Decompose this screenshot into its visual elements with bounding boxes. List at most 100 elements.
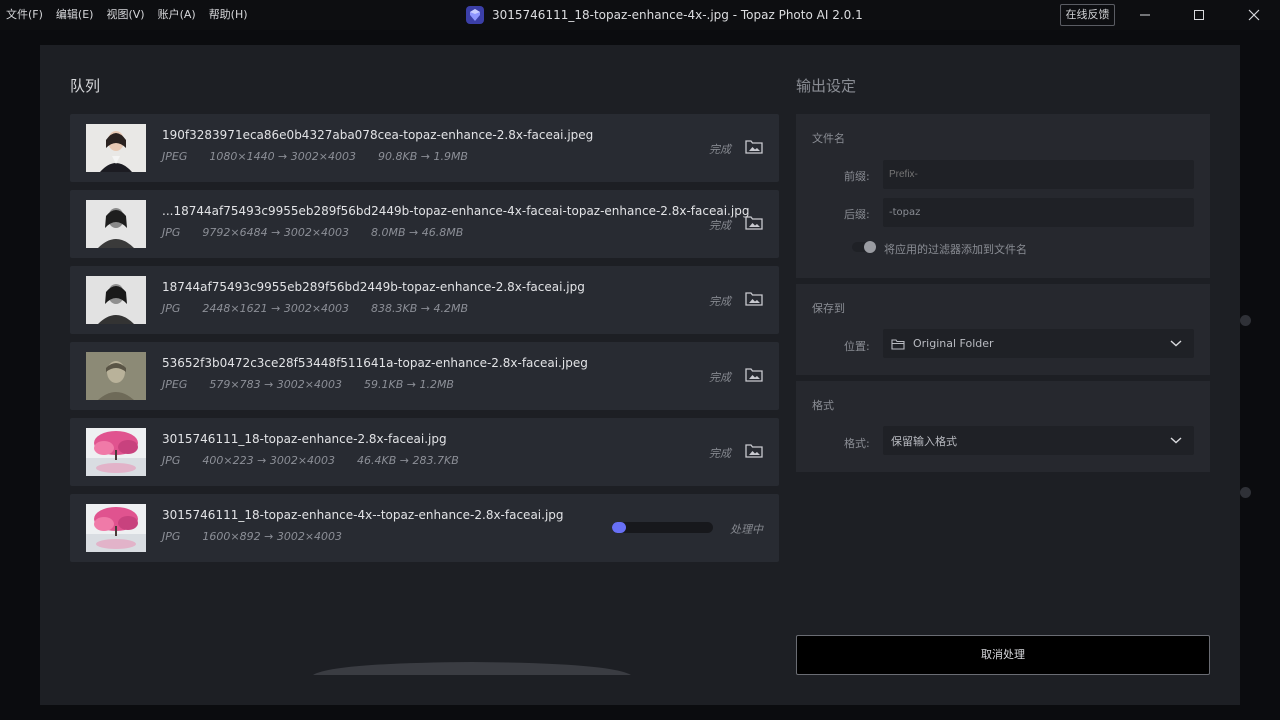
queue-item-format: JPG <box>162 302 181 315</box>
menu-edit[interactable]: 编辑(E) <box>56 0 94 30</box>
queue-item-size: 90.8KB → 1.9MB <box>377 150 468 163</box>
filter-name-toggle[interactable] <box>852 241 876 253</box>
format-panel: 格式 格式: 保留输入格式 <box>796 381 1210 472</box>
queue-item-meta: JPG 1600×892 → 3002×4003 <box>162 530 364 543</box>
maximize-icon <box>1194 10 1204 20</box>
queue-item-dims: 579×783 → 3002×4003 <box>209 378 342 391</box>
queue-item-format: JPG <box>162 454 181 467</box>
feedback-button[interactable]: 在线反馈 <box>1060 4 1115 26</box>
thumbnail <box>86 504 146 552</box>
menu-help[interactable]: 帮助(H) <box>209 0 248 30</box>
thumbnail <box>86 428 146 476</box>
chevron-down-icon <box>1170 340 1182 347</box>
cancel-processing-button[interactable]: 取消处理 <box>796 635 1210 675</box>
close-icon <box>1248 9 1260 21</box>
queue-item-filename: 3015746111_18-topaz-enhance-4x--topaz-en… <box>162 508 564 522</box>
queue-item-meta: JPEG 579×783 → 3002×4003 59.1KB → 1.2MB <box>162 378 476 391</box>
topaz-logo-icon <box>466 6 484 24</box>
location-label: 位置: <box>844 340 870 353</box>
chevron-down-icon <box>1170 437 1182 444</box>
queue-item-meta: JPG 2448×1621 → 3002×4003 838.3KB → 4.2MB <box>162 302 490 315</box>
queue-item: 3015746111_18-topaz-enhance-2.8x-faceai.… <box>70 418 779 486</box>
queue-item: 190f3283971eca86e0b4327aba078cea-topaz-e… <box>70 114 779 182</box>
suffix-input[interactable]: -topaz <box>883 198 1194 227</box>
queue-title: 队列 <box>70 77 101 95</box>
queue-item-meta: JPEG 1080×1440 → 3002×4003 90.8KB → 1.9MB <box>162 150 490 163</box>
queue-item-dims: 400×223 → 3002×4003 <box>202 454 336 467</box>
window-title-text: 3015746111_18-topaz-enhance-4x-.jpg - To… <box>492 8 863 22</box>
maximize-button[interactable] <box>1176 0 1222 30</box>
folder-image-icon <box>745 368 763 382</box>
folder-icon <box>891 338 905 350</box>
window-title: 3015746111_18-topaz-enhance-4x-.jpg - To… <box>466 0 863 30</box>
queue-item-format: JPEG <box>162 150 188 163</box>
suffix-label: 后缀: <box>844 208 870 221</box>
minimize-icon <box>1140 14 1150 16</box>
filename-panel: 文件名 前缀: 后缀: -topaz 将应用的过滤器添加到文件名 <box>796 114 1210 278</box>
open-folder-button[interactable] <box>745 214 765 234</box>
processing-dialog: 队列 190f3283971eca86e0b4327aba078cea-topa… <box>40 45 1240 705</box>
queue-item-size: 46.4KB → 283.7KB <box>357 454 459 467</box>
filter-name-toggle-label: 将应用的过滤器添加到文件名 <box>884 243 1027 256</box>
menu-account[interactable]: 账户(A) <box>158 0 196 30</box>
format-select[interactable]: 保留输入格式 <box>883 426 1194 455</box>
queue-item-status: 完成 <box>709 295 731 308</box>
location-select[interactable]: Original Folder <box>883 329 1194 358</box>
thumbnail <box>86 352 146 400</box>
queue-item-size: 59.1KB → 1.2MB <box>363 378 454 391</box>
queue-item-format: JPEG <box>162 378 188 391</box>
queue-item-filename: 18744af75493c9955eb289f56bd2449b-topaz-e… <box>162 280 585 294</box>
queue-item-size: 838.3KB → 4.2MB <box>371 302 469 315</box>
filename-section-label: 文件名 <box>812 132 845 145</box>
queue-item-filename: ...18744af75493c9955eb289f56bd2449b-topa… <box>162 204 750 218</box>
output-settings-title: 输出设定 <box>796 77 857 95</box>
queue-item-size: 8.0MB → 46.8MB <box>371 226 464 239</box>
open-folder-button[interactable] <box>745 366 765 386</box>
queue-item: 53652f3b0472c3ce28f53448f511641a-topaz-e… <box>70 342 779 410</box>
processing-progress-bar <box>612 522 713 533</box>
queue-item-status: 处理中 <box>730 523 763 536</box>
queue-item-meta: JPG 9792×6484 → 3002×4003 8.0MB → 46.8MB <box>162 226 485 239</box>
format-value: 保留输入格式 <box>891 434 957 448</box>
background-slider-knob <box>1240 315 1251 326</box>
queue-item-status: 完成 <box>709 219 731 232</box>
menu-bar: 文件(F) 编辑(E) 视图(V) 账户(A) 帮助(H) <box>0 0 261 30</box>
queue-item: 18744af75493c9955eb289f56bd2449b-topaz-e… <box>70 266 779 334</box>
prefix-input[interactable] <box>883 160 1194 189</box>
queue-item-filename: 190f3283971eca86e0b4327aba078cea-topaz-e… <box>162 128 594 142</box>
open-folder-button[interactable] <box>745 442 765 462</box>
save-section-label: 保存到 <box>812 302 845 315</box>
queue-item-filename: 3015746111_18-topaz-enhance-2.8x-faceai.… <box>162 432 447 446</box>
close-button[interactable] <box>1231 0 1277 30</box>
queue-item-meta: JPG 400×223 → 3002×4003 46.4KB → 283.7KB <box>162 454 481 467</box>
folder-image-icon <box>745 444 763 458</box>
queue-list: 190f3283971eca86e0b4327aba078cea-topaz-e… <box>70 114 779 570</box>
prefix-label: 前缀: <box>844 170 870 183</box>
queue-item: 3015746111_18-topaz-enhance-4x--topaz-en… <box>70 494 779 562</box>
folder-image-icon <box>745 216 763 230</box>
thumbnail <box>86 124 146 172</box>
more-icon <box>1246 50 1256 60</box>
thumbnail <box>86 276 146 324</box>
queue-item-dims: 2448×1621 → 3002×4003 <box>202 302 350 315</box>
queue-item-status: 完成 <box>709 371 731 384</box>
queue-item-format: JPG <box>162 226 181 239</box>
scroll-indicator <box>313 662 631 675</box>
queue-item-dims: 1600×892 → 3002×4003 <box>202 530 343 543</box>
open-folder-button[interactable] <box>745 138 765 158</box>
menu-file[interactable]: 文件(F) <box>6 0 43 30</box>
queue-item-dims: 1080×1440 → 3002×4003 <box>209 150 356 163</box>
title-bar: 文件(F) 编辑(E) 视图(V) 账户(A) 帮助(H) 3015746111… <box>0 0 1280 30</box>
menu-view[interactable]: 视图(V) <box>106 0 144 30</box>
queue-item-status: 完成 <box>709 143 731 156</box>
format-section-label: 格式 <box>812 399 834 412</box>
thumbnail <box>86 200 146 248</box>
progress-fill <box>612 522 627 533</box>
queue-item-filename: 53652f3b0472c3ce28f53448f511641a-topaz-e… <box>162 356 588 370</box>
queue-item-status: 完成 <box>709 447 731 460</box>
queue-item-format: JPG <box>162 530 181 543</box>
location-value: Original Folder <box>913 337 994 350</box>
background-slider-knob <box>1240 487 1251 498</box>
open-folder-button[interactable] <box>745 290 765 310</box>
minimize-button[interactable] <box>1122 0 1168 30</box>
